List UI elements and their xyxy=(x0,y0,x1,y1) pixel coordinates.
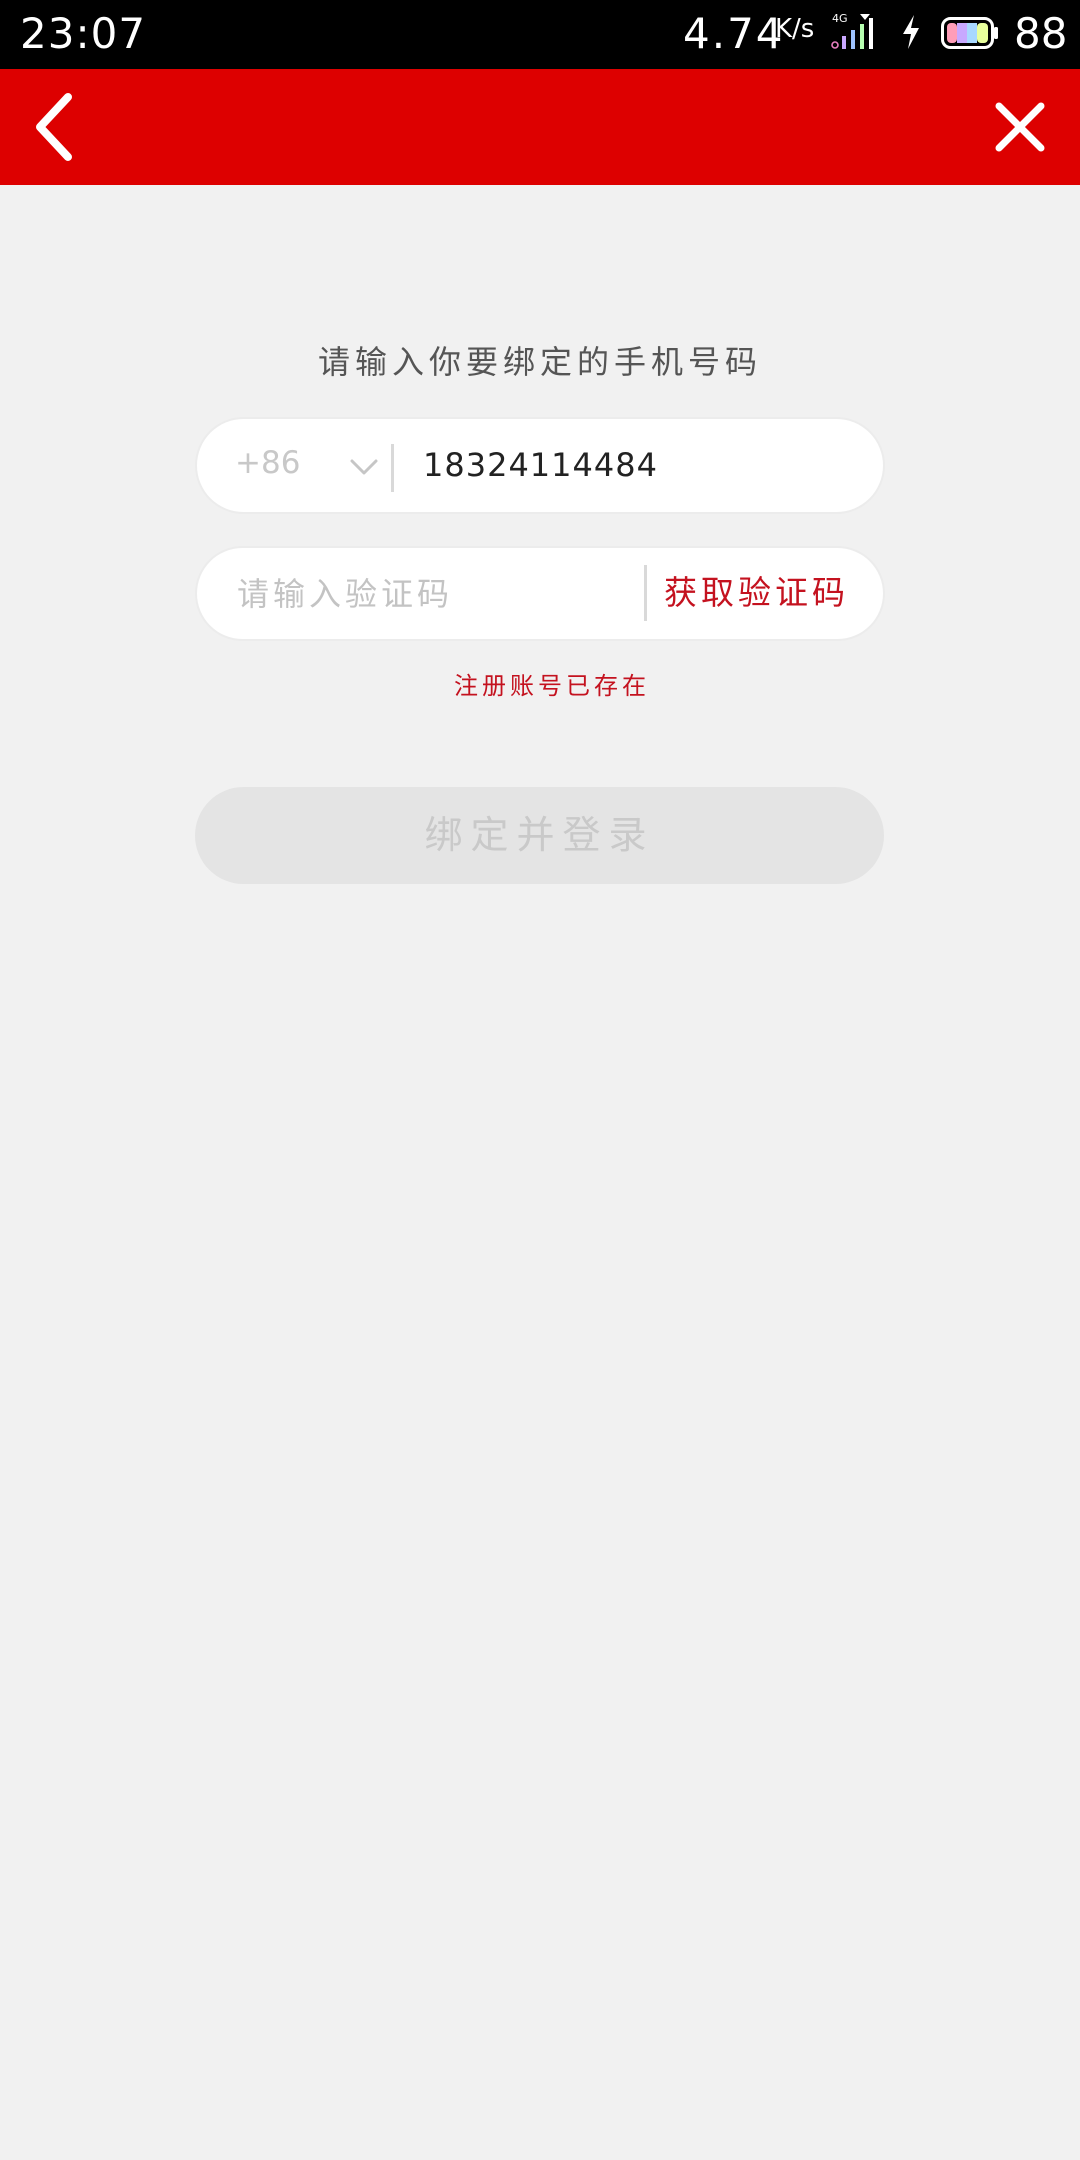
get-code-button[interactable]: 获取验证码 xyxy=(664,570,849,616)
status-time: 23:07 xyxy=(20,9,147,58)
battery-level: 88 xyxy=(1014,9,1068,58)
chevron-down-icon[interactable] xyxy=(350,457,378,477)
signal-icon: 4G xyxy=(831,12,873,49)
close-icon xyxy=(995,102,1045,152)
phone-field: +86 xyxy=(197,419,883,512)
network-speed: 4.74 xyxy=(683,9,785,58)
charging-bolt-icon xyxy=(903,15,919,49)
bind-and-login-button[interactable]: 绑定并登录 xyxy=(195,787,884,884)
app-bar xyxy=(0,69,1080,185)
network-speed-unit: K/s xyxy=(775,14,815,44)
verification-code-input[interactable] xyxy=(237,568,627,620)
phone-number-input[interactable] xyxy=(423,439,853,491)
back-button[interactable] xyxy=(22,89,98,165)
close-button[interactable] xyxy=(982,89,1058,165)
status-bar: 23:07 4.74 K/s 4G 88 xyxy=(0,0,1080,69)
field-divider xyxy=(644,565,647,621)
verification-code-field: 获取验证码 xyxy=(197,548,883,639)
error-message: 注册账号已存在 xyxy=(454,672,650,700)
country-code-selector[interactable]: +86 xyxy=(235,441,300,485)
field-divider xyxy=(391,444,394,492)
chevron-left-icon xyxy=(36,93,72,161)
bind-phone-screen: 23:07 4.74 K/s 4G 88 请输入你要绑定的手机号码 +86 18… xyxy=(0,0,1080,2160)
network-type-label: 4G xyxy=(832,12,848,25)
page-prompt: 请输入你要绑定的手机号码 xyxy=(317,343,762,381)
battery-icon xyxy=(941,17,998,49)
